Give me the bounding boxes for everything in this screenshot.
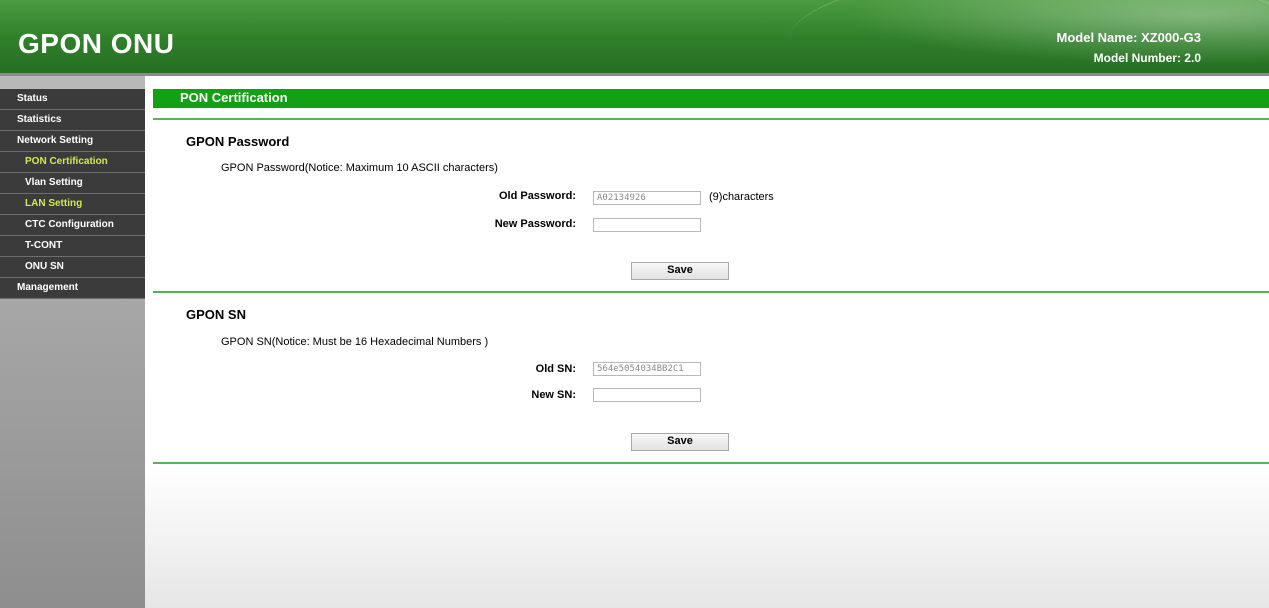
password-notice: GPON Password(Notice: Maximum 10 ASCII c… xyxy=(221,162,498,174)
sn-notice: GPON SN(Notice: Must be 16 Hexadecimal N… xyxy=(221,336,489,348)
old-sn-label: Old SN: xyxy=(535,363,576,375)
main-content: PON Certification GPON Password GPON Pas… xyxy=(145,76,1269,608)
section-divider xyxy=(153,118,1269,120)
sn-section-title: GPON SN xyxy=(186,307,246,322)
sidebar-item-network-setting[interactable]: Network Setting xyxy=(0,131,145,152)
save-password-button[interactable]: Save xyxy=(631,262,729,280)
sidebar-item-management[interactable]: Management xyxy=(0,278,145,299)
sidebar-item-status[interactable]: Status xyxy=(0,89,145,110)
old-sn-field[interactable]: 564e5054034BB2C1 xyxy=(593,362,701,376)
new-password-field[interactable] xyxy=(593,218,701,232)
save-sn-button[interactable]: Save xyxy=(631,433,729,451)
new-sn-field[interactable] xyxy=(593,388,701,402)
model-number: Model Number: 2.0 xyxy=(1093,51,1201,65)
new-sn-label: New SN: xyxy=(531,389,576,401)
sidebar-item-t-cont[interactable]: T-CONT xyxy=(0,236,145,257)
old-password-char-count: (9)characters xyxy=(709,191,774,203)
brand-title: GPON ONU xyxy=(18,28,175,59)
header-banner: GPON ONU Model Name: XZ000-G3 Model Numb… xyxy=(0,0,1269,73)
sidebar-item-ctc-configuration[interactable]: CTC Configuration xyxy=(0,215,145,236)
old-password-label: Old Password: xyxy=(498,190,576,202)
sidebar-item-statistics[interactable]: Statistics xyxy=(0,110,145,131)
page-title: PON Certification xyxy=(153,89,1269,108)
section-divider xyxy=(153,291,1269,293)
sidebar-item-pon-certification[interactable]: PON Certification xyxy=(0,152,145,173)
sidebar-item-lan-setting[interactable]: LAN Setting xyxy=(0,194,145,215)
password-section-title: GPON Password xyxy=(186,134,290,149)
old-password-field[interactable]: A02134926 xyxy=(593,191,701,205)
sidebar: Status Statistics Network Setting PON Ce… xyxy=(0,76,145,608)
model-name: Model Name: XZ000-G3 xyxy=(1056,30,1202,45)
sidebar-item-onu-sn[interactable]: ONU SN xyxy=(0,257,145,278)
new-password-label: New Password: xyxy=(494,218,576,230)
section-divider xyxy=(153,462,1269,464)
sidebar-item-vlan-setting[interactable]: Vlan Setting xyxy=(0,173,145,194)
